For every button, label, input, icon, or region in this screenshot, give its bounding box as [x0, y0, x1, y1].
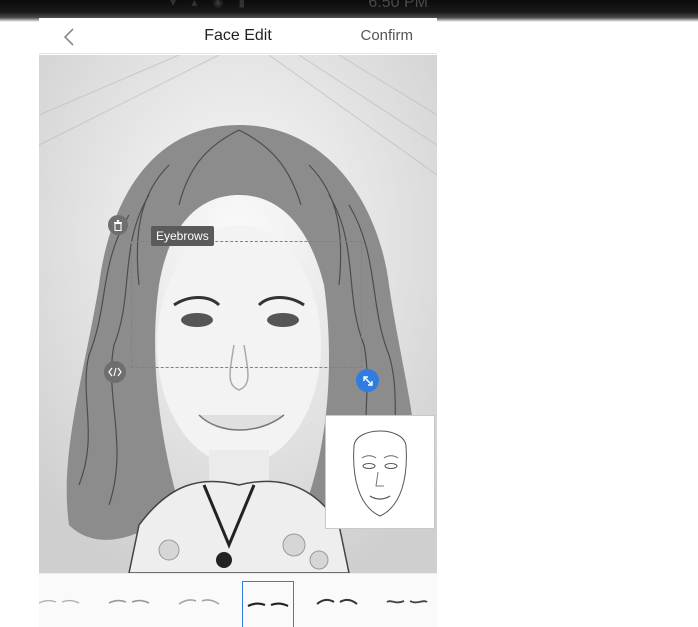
- resize-handle[interactable]: [356, 369, 379, 392]
- eyebrow-selection-box[interactable]: [131, 241, 362, 368]
- selection-label: Eyebrows: [151, 226, 214, 246]
- photo-canvas[interactable]: Eyebrows: [39, 55, 437, 573]
- brow-style-1[interactable]: [39, 580, 85, 624]
- eyebrow-style-icon: [386, 600, 428, 604]
- eyebrow-style-icon: [178, 599, 220, 605]
- flip-handle[interactable]: [104, 361, 126, 383]
- brow-style-2[interactable]: [103, 580, 155, 624]
- face-preview-thumbnail: [325, 415, 435, 529]
- brow-style-3[interactable]: [173, 580, 225, 624]
- brow-style-4[interactable]: [242, 581, 294, 627]
- status-icons: ▾ ▴ ◉ ▮: [170, 0, 252, 9]
- eyebrow-style-tray: [39, 573, 437, 627]
- eyebrow-style-icon: [108, 599, 150, 604]
- brow-style-6[interactable]: [381, 580, 433, 624]
- top-nav-bar: Face Edit Confirm: [39, 18, 437, 54]
- face-outline-sketch: [353, 430, 407, 517]
- status-time: 6:50 PM: [368, 0, 428, 11]
- trash-icon: [114, 219, 122, 231]
- delete-handle[interactable]: [108, 215, 128, 235]
- code-brackets-icon: [108, 367, 122, 377]
- eyebrow-style-icon: [39, 599, 80, 604]
- eyebrow-style-icon: [247, 602, 289, 607]
- confirm-button[interactable]: Confirm: [360, 27, 413, 44]
- app-screen: Face Edit Confirm Eyebrows: [39, 18, 437, 627]
- brow-style-5[interactable]: [311, 580, 363, 624]
- resize-arrows-icon: [362, 375, 373, 386]
- eyebrow-style-icon: [316, 598, 358, 605]
